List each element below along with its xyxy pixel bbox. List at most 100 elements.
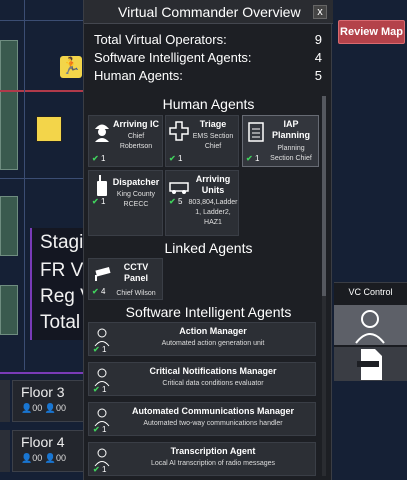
floor-card-3[interactable]: Floor 3 👤00 👤00 [12, 380, 90, 422]
software-agent-automated-communications[interactable]: Automated Communications Manager Automat… [88, 402, 316, 436]
software-agent-name: Automated Communications Manager [131, 406, 295, 416]
agent-count: ✔ 1 [92, 197, 105, 232]
summary-label: Total Virtual Operators: [94, 32, 227, 47]
user-icon [94, 448, 110, 467]
agent-name: CCTV Panel [123, 262, 149, 283]
total-label: Total [40, 312, 81, 333]
summary-label: Software Intelligent Agents: [94, 50, 252, 65]
check-icon: ✔ [93, 385, 100, 394]
scrollbar-thumb[interactable] [322, 96, 326, 296]
agent-count-value: 1 [101, 345, 107, 354]
agent-triage[interactable]: Triage EMS Section Chief ✔ 1 [165, 115, 239, 167]
software-agent-action-manager[interactable]: Action Manager Automated action generati… [88, 322, 316, 356]
linked-agents-heading: Linked Agents [164, 240, 253, 256]
software-agent-name: Critical Notifications Manager [149, 366, 277, 376]
software-agent-desc: Local AI transcription of radio messages [150, 460, 276, 467]
agent-desc: 803,804,Ladder 1, Ladder2, HAZ1 [188, 199, 238, 226]
vc-overview-panel: Virtual Commander Overview x Total Virtu… [83, 0, 333, 480]
software-agent-critical-notifications[interactable]: Critical Notifications Manager Critical … [88, 362, 316, 396]
floor-stat: 00 [32, 453, 43, 463]
agent-desc: EMS Section Chief [192, 133, 234, 150]
floor-name: Floor 3 [21, 384, 65, 400]
map-room [0, 196, 18, 256]
floor-stat: 00 [55, 453, 66, 463]
software-agent-desc: Critical data conditions evaluator [162, 380, 264, 387]
check-icon: ✔ [93, 465, 100, 474]
agent-count-value: 4 [100, 287, 106, 296]
agent-count-value: 1 [100, 154, 106, 163]
summary-value: 4 [314, 50, 322, 65]
floor-stat: 00 [55, 403, 66, 413]
agent-count-value: 1 [101, 465, 107, 474]
vc-document-button[interactable] [334, 347, 407, 381]
check-icon: ✔ [92, 287, 99, 296]
evacuation-icon[interactable]: 🏃 [60, 56, 82, 78]
radio-icon [97, 175, 107, 196]
agent-name: Arriving IC [112, 119, 159, 129]
panel-scrollbar[interactable] [322, 96, 326, 476]
agent-desc: Planning Section Chief [270, 145, 312, 162]
agent-count: ✔ 1 [93, 345, 106, 354]
agent-iap-planning[interactable]: IAP Planning Planning Section Chief ✔ 1 [242, 115, 319, 167]
user-icon [355, 310, 385, 344]
agent-desc: Chief Wilson [116, 290, 156, 297]
user-icon [94, 368, 110, 387]
software-agents-heading: Software Intelligent Agents [125, 304, 292, 320]
software-agent-transcription[interactable]: Transcription Agent Local AI transcripti… [88, 442, 316, 476]
review-map-button[interactable]: Review Map [338, 20, 405, 44]
clipboard-icon [248, 122, 264, 142]
software-agent-desc: Automated two-way communications handler [143, 420, 283, 427]
check-icon: ✔ [93, 425, 100, 434]
floor-strip [0, 430, 10, 472]
software-agent-name: Transcription Agent [170, 446, 256, 456]
agent-name: Dispatcher [112, 177, 160, 187]
panel-title: Virtual Commander Overview [118, 4, 301, 20]
camera-icon [95, 267, 111, 281]
agent-arriving-ic[interactable]: Arriving IC Chief Robertson ✔ 1 [88, 115, 163, 167]
check-icon: ✔ [93, 345, 100, 354]
check-icon: ✔ [169, 197, 176, 206]
medical-cross-icon [169, 121, 189, 141]
agent-count: ✔ 1 [93, 465, 106, 474]
agent-count: ✔ 1 [93, 385, 106, 394]
person-icon: 👤 [21, 403, 33, 413]
fire-truck-icon [169, 182, 189, 194]
close-button[interactable]: x [313, 5, 327, 19]
agent-count-value: 1 [101, 425, 107, 434]
agent-cctv-panel[interactable]: CCTV Panel Chief Wilson ✔ 4 [88, 258, 163, 300]
summary-value: 9 [314, 32, 322, 47]
agent-count: ✔ 1 [169, 154, 182, 163]
agent-count: ✔ 1 [92, 154, 105, 163]
agent-dispatcher[interactable]: Dispatcher King County RCECC ✔ 1 [88, 170, 163, 236]
map-wall [0, 20, 83, 21]
user-icon [94, 408, 110, 427]
floor-card-4[interactable]: Floor 4 👤00 👤00 [12, 430, 90, 472]
vc-control-panel: VC Control [334, 282, 407, 381]
check-icon: ✔ [92, 197, 99, 206]
map-room [0, 285, 18, 335]
agent-name: IAP Planning [272, 119, 310, 140]
software-agent-name: Action Manager [179, 326, 247, 336]
floor-strip [0, 380, 10, 422]
agent-count-value: 1 [100, 197, 106, 206]
map-wall [0, 372, 83, 374]
agent-arriving-units[interactable]: Arriving Units 803,804,Ladder 1, Ladder2… [165, 170, 239, 236]
summary-value: 5 [314, 68, 322, 83]
person-outline-icon: 👤 [44, 453, 56, 463]
staging-info-panel: Stagi FR Ve Reg V Total [30, 228, 93, 340]
agent-count-value: 1 [177, 154, 183, 163]
agent-desc: King County RCECC [116, 191, 156, 208]
agent-name: Arriving Units [195, 174, 231, 195]
staging-label: Stagi [40, 232, 84, 253]
vc-user-button[interactable] [334, 305, 407, 345]
agent-count: ✔ 5 [169, 197, 182, 232]
agent-count-value: 1 [101, 385, 107, 394]
map-room [0, 40, 18, 170]
stairs-icon[interactable] [36, 116, 62, 142]
agent-desc: Chief Robertson [119, 133, 153, 150]
map-wall [0, 90, 83, 92]
panel-header: Virtual Commander Overview x [84, 0, 333, 24]
check-icon: ✔ [246, 154, 253, 163]
map-wall [24, 0, 25, 370]
firefighter-icon [95, 124, 109, 142]
